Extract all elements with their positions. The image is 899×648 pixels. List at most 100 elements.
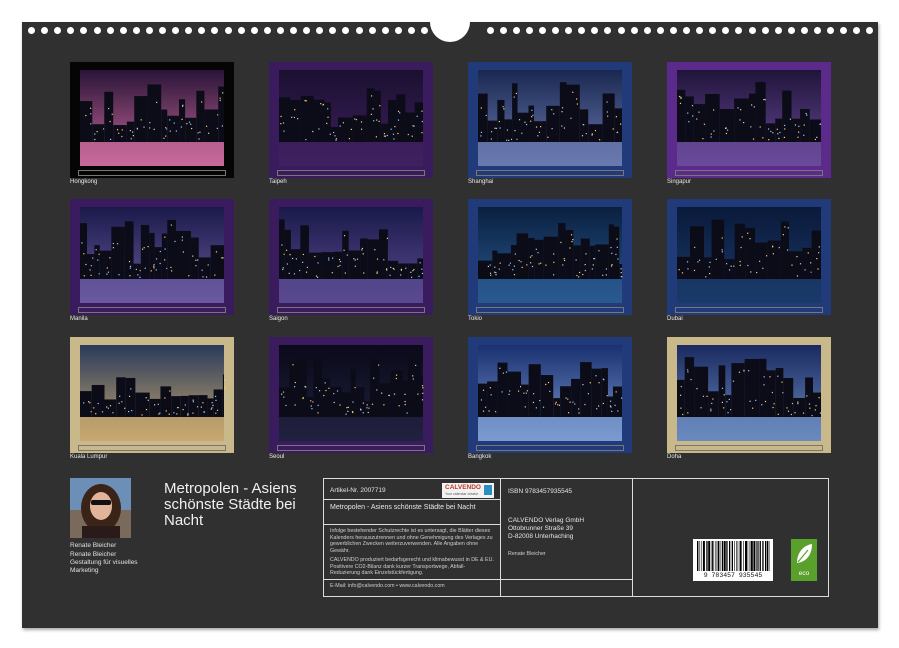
binding-hole bbox=[28, 27, 35, 34]
binding-hole bbox=[54, 27, 62, 34]
mini-calendar-strip bbox=[476, 170, 624, 176]
barcode: 9 783457 935545 bbox=[693, 539, 773, 581]
month-thumbnail bbox=[667, 199, 831, 315]
author-line: Renate Bleicher bbox=[70, 551, 117, 558]
city-photo bbox=[80, 207, 224, 303]
binding-hole bbox=[630, 27, 638, 34]
thumbnail-caption: Manila bbox=[70, 316, 88, 322]
binding-hole bbox=[578, 27, 586, 34]
divider bbox=[324, 579, 632, 580]
binding-hole bbox=[381, 27, 389, 34]
binding-hole bbox=[748, 27, 756, 34]
binding-hole bbox=[512, 27, 520, 34]
logo-mark-icon bbox=[484, 485, 492, 495]
mini-calendar-strip bbox=[675, 307, 823, 313]
thumbnail-caption: Seoul bbox=[269, 454, 285, 460]
product-info-box: Artikel-Nr. 2007719 CALVENDO Your calend… bbox=[323, 478, 829, 597]
binding-hole bbox=[565, 27, 573, 34]
city-photo bbox=[279, 345, 424, 441]
binding-hole bbox=[355, 27, 363, 34]
binding-hole bbox=[827, 27, 835, 34]
city-photo bbox=[279, 70, 423, 166]
binding-hole bbox=[499, 27, 507, 34]
binding-hole bbox=[106, 27, 114, 34]
city-photo bbox=[478, 70, 622, 166]
mini-calendar-strip bbox=[78, 307, 226, 313]
binding-hole bbox=[119, 27, 127, 34]
binding-hole bbox=[722, 27, 730, 34]
thumbnail-caption: Bangkok bbox=[468, 454, 492, 460]
binding-hole bbox=[814, 27, 821, 34]
city-photo bbox=[677, 345, 822, 441]
month-thumbnail bbox=[269, 62, 433, 178]
month-thumbnail bbox=[468, 337, 632, 453]
barcode-number: 9 783457 935545 bbox=[703, 572, 763, 579]
city-photo bbox=[80, 70, 224, 166]
city-photo bbox=[478, 345, 623, 441]
binding-hole bbox=[329, 27, 337, 34]
author-name: Renate Bleicher bbox=[70, 542, 117, 549]
mini-calendar-strip bbox=[476, 307, 624, 313]
mini-calendar-strip bbox=[277, 307, 425, 313]
mini-calendar-strip bbox=[675, 445, 823, 451]
binding-hole bbox=[276, 27, 284, 34]
city-photo bbox=[80, 345, 226, 441]
binding-hole bbox=[93, 27, 101, 34]
binding-hole bbox=[787, 27, 795, 34]
binding-hole bbox=[735, 27, 743, 34]
binding-hole bbox=[67, 27, 75, 34]
binding-hole bbox=[159, 27, 166, 34]
binding-hole bbox=[591, 27, 599, 34]
binding-hole bbox=[800, 27, 808, 34]
month-thumbnail bbox=[269, 199, 433, 315]
mini-calendar-strip bbox=[78, 170, 226, 176]
publisher-city: D-82008 Unterhaching bbox=[508, 533, 574, 540]
binding-hole bbox=[290, 27, 297, 34]
leaf-icon bbox=[797, 544, 812, 563]
binding-hole bbox=[486, 27, 494, 34]
article-number: Artikel-Nr. 2007719 bbox=[330, 487, 386, 494]
binding-hole bbox=[263, 27, 271, 34]
calendar-title: Metropolen - Asiens schönste Städte bei … bbox=[164, 480, 297, 529]
binding-hole bbox=[316, 27, 324, 34]
binding-hole bbox=[198, 27, 206, 34]
thumbnail-caption: Dubai bbox=[667, 316, 683, 322]
binding-hole bbox=[617, 27, 625, 34]
binding-hole bbox=[185, 27, 193, 34]
binding-hole bbox=[211, 27, 219, 34]
city-photo bbox=[279, 207, 424, 303]
binding-hole bbox=[709, 27, 717, 34]
contact-line: E-Mail: info@calvendo.com • www.calvendo… bbox=[330, 583, 445, 589]
month-thumbnail bbox=[468, 62, 632, 178]
binding-hole bbox=[604, 27, 612, 34]
mini-calendar-strip bbox=[277, 445, 425, 451]
binding-hole bbox=[250, 27, 258, 34]
divider bbox=[324, 524, 500, 525]
barcode-bars bbox=[697, 541, 770, 571]
binding-hole bbox=[525, 27, 533, 34]
eco-label: eco bbox=[798, 570, 810, 577]
binding-hole bbox=[421, 27, 428, 34]
binding-hole bbox=[840, 27, 848, 34]
binding-hole bbox=[172, 27, 180, 34]
thumbnail-caption: Doha bbox=[667, 454, 682, 460]
author-line: Gestaltung für visuelles bbox=[70, 559, 138, 566]
mini-calendar-strip bbox=[277, 170, 425, 176]
binding-hole bbox=[224, 27, 232, 34]
author-line: Marketing bbox=[70, 567, 99, 574]
binding-hole bbox=[774, 27, 782, 34]
mini-calendar-strip bbox=[675, 170, 823, 176]
city-photo bbox=[677, 207, 821, 303]
product-title: Metropolen - Asiens schönste Städte bei … bbox=[330, 504, 476, 511]
binding-hole bbox=[853, 27, 861, 34]
production-notice: CALVENDO produziert bedarfsgerecht und k… bbox=[330, 557, 494, 577]
binding-hole bbox=[407, 27, 415, 34]
binding-hole bbox=[394, 27, 402, 34]
binding-hole bbox=[342, 27, 350, 34]
divider bbox=[324, 499, 500, 500]
binding-hole bbox=[656, 27, 664, 34]
binding-hole bbox=[866, 27, 874, 34]
eco-badge: eco bbox=[791, 539, 817, 581]
month-thumbnail bbox=[70, 199, 234, 315]
binding-hole bbox=[538, 27, 546, 34]
